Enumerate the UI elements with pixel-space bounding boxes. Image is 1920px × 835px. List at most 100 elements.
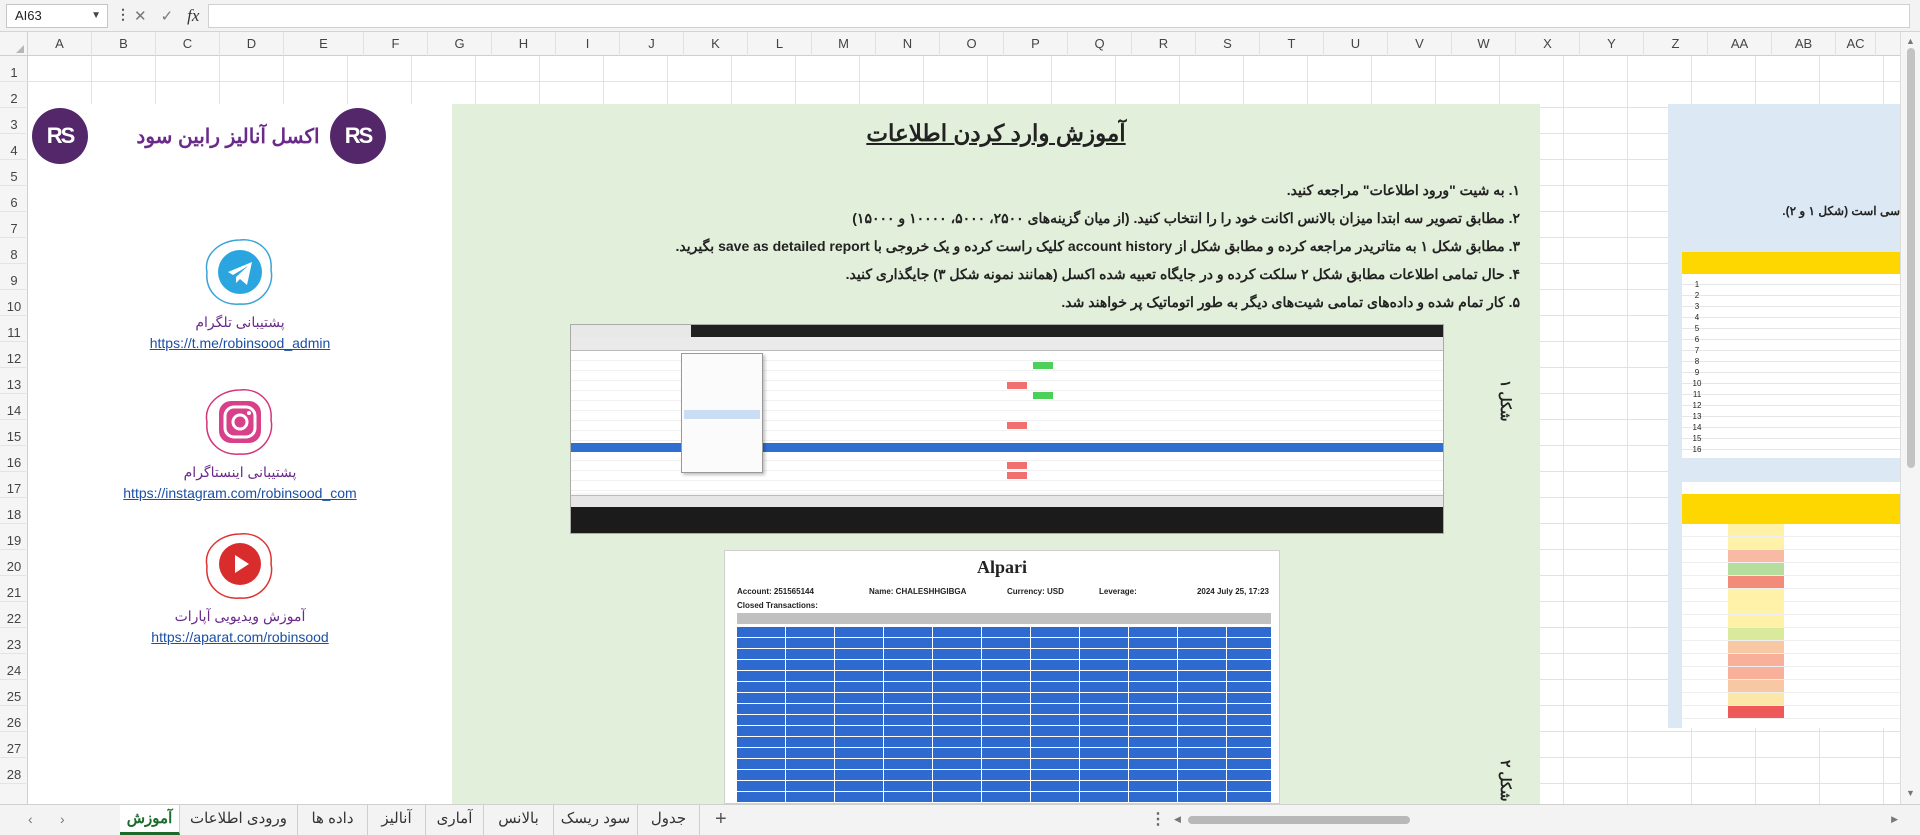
column-header[interactable]: N xyxy=(876,32,940,56)
row-header[interactable]: 12 xyxy=(0,342,28,368)
sheet-tab[interactable]: آنالیز xyxy=(368,805,426,835)
heat-cell xyxy=(1728,563,1784,575)
name-box[interactable]: AI63 ▼ xyxy=(6,4,108,28)
telegram-link[interactable]: https://t.me/robinsood_admin xyxy=(28,335,452,351)
row-header[interactable]: 8 xyxy=(0,238,28,264)
formula-input[interactable] xyxy=(208,4,1910,28)
column-header[interactable]: AB xyxy=(1772,32,1836,56)
row-header[interactable]: 18 xyxy=(0,498,28,524)
column-header[interactable]: O xyxy=(940,32,1004,56)
chevron-down-icon[interactable]: ▼ xyxy=(91,5,101,27)
preview-row: 8 xyxy=(1682,351,1900,366)
row-header[interactable]: 15 xyxy=(0,420,28,446)
column-header[interactable]: AA xyxy=(1708,32,1772,56)
column-header[interactable]: J xyxy=(620,32,684,56)
row-header[interactable]: 4 xyxy=(0,134,28,160)
column-header[interactable]: S xyxy=(1196,32,1260,56)
next-sheet-icon[interactable]: › xyxy=(60,811,65,827)
preview-row: 3 xyxy=(1682,296,1900,311)
instagram-link[interactable]: https://instagram.com/robinsood_com xyxy=(28,485,452,501)
column-header[interactable]: L xyxy=(748,32,812,56)
row-header[interactable]: 24 xyxy=(0,654,28,680)
column-header[interactable]: P xyxy=(1004,32,1068,56)
row-header[interactable]: 21 xyxy=(0,576,28,602)
column-header[interactable]: B xyxy=(92,32,156,56)
column-header[interactable]: K xyxy=(684,32,748,56)
tab-options-icon[interactable]: ⋮ xyxy=(1150,809,1166,829)
row-header[interactable]: 17 xyxy=(0,472,28,498)
row-header[interactable]: 3 xyxy=(0,108,28,134)
column-header[interactable]: R xyxy=(1132,32,1196,56)
row-header[interactable]: 2 xyxy=(0,82,28,108)
column-header[interactable]: G xyxy=(428,32,492,56)
column-header[interactable]: V xyxy=(1388,32,1452,56)
row-header[interactable]: 25 xyxy=(0,680,28,706)
row-header[interactable]: 28 xyxy=(0,758,28,784)
column-header[interactable]: A xyxy=(28,32,92,56)
sheet-tab[interactable]: ورودی اطلاعات xyxy=(180,805,298,835)
row-header[interactable]: 10 xyxy=(0,290,28,316)
scroll-up-icon[interactable]: ▲ xyxy=(1906,36,1915,46)
column-header[interactable]: AC xyxy=(1836,32,1876,56)
youtube-icon[interactable] xyxy=(195,530,285,602)
row-header[interactable]: 27 xyxy=(0,732,28,758)
column-header[interactable]: W xyxy=(1452,32,1516,56)
cancel-icon[interactable]: ✕ xyxy=(134,7,147,25)
column-header[interactable]: I xyxy=(556,32,620,56)
preview-row: 15 xyxy=(1682,428,1900,443)
row-header[interactable]: 6 xyxy=(0,186,28,212)
sheet-tab[interactable]: جدول xyxy=(638,805,700,835)
column-header[interactable]: M xyxy=(812,32,876,56)
sheet-tab[interactable]: آماری xyxy=(426,805,484,835)
more-options-icon[interactable]: ⋮ xyxy=(116,6,130,23)
column-header[interactable]: Q xyxy=(1068,32,1132,56)
row-header[interactable]: 7 xyxy=(0,212,28,238)
column-header[interactable]: E xyxy=(284,32,364,56)
select-all-button[interactable] xyxy=(0,32,28,56)
step-1: ۱. به شیت "ورود اطلاعات" مراجعه کنید. xyxy=(1286,182,1520,198)
scroll-left-icon[interactable]: ◀ xyxy=(1174,814,1181,825)
row-header[interactable]: 20 xyxy=(0,550,28,576)
vertical-scroll-thumb[interactable] xyxy=(1907,48,1915,468)
column-header[interactable]: T xyxy=(1260,32,1324,56)
step-2: ۲. مطابق تصویر سه ابتدا میزان بالانس اکا… xyxy=(852,210,1520,226)
vertical-scrollbar[interactable]: ▲ ▼ xyxy=(1900,32,1920,804)
column-header[interactable]: F xyxy=(364,32,428,56)
youtube-link[interactable]: https://aparat.com/robinsood xyxy=(28,629,452,645)
horizontal-scrollbar[interactable]: ◀ ▶ xyxy=(1170,811,1900,829)
column-header[interactable]: U xyxy=(1324,32,1388,56)
insert-function-icon[interactable]: fx xyxy=(187,6,199,26)
add-sheet-icon[interactable]: + xyxy=(715,808,727,831)
row-header[interactable]: 22 xyxy=(0,602,28,628)
row-header[interactable]: 14 xyxy=(0,394,28,420)
sheet-tab[interactable]: بالانس xyxy=(484,805,554,835)
preview-row xyxy=(1682,641,1900,654)
row-header[interactable]: 11 xyxy=(0,316,28,342)
row-header[interactable]: 19 xyxy=(0,524,28,550)
row-header[interactable]: 26 xyxy=(0,706,28,732)
row-header[interactable]: 13 xyxy=(0,368,28,394)
sheet-tab[interactable]: آموزش xyxy=(120,805,180,835)
telegram-icon[interactable] xyxy=(195,236,285,308)
row-header[interactable]: 9 xyxy=(0,264,28,290)
row-header[interactable]: 23 xyxy=(0,628,28,654)
column-header[interactable]: C xyxy=(156,32,220,56)
column-header[interactable]: Y xyxy=(1580,32,1644,56)
sheet-tab[interactable]: سود ریسک xyxy=(554,805,638,835)
preview-row: 4 xyxy=(1682,307,1900,322)
horizontal-scroll-thumb[interactable] xyxy=(1188,816,1410,824)
row-header[interactable]: 16 xyxy=(0,446,28,472)
scroll-right-icon[interactable]: ▶ xyxy=(1891,814,1898,825)
row-header[interactable]: 5 xyxy=(0,160,28,186)
row-header[interactable]: 1 xyxy=(0,56,28,82)
column-header[interactable]: X xyxy=(1516,32,1580,56)
instagram-label: پشتیبانی اینستاگرام xyxy=(183,464,297,480)
instagram-icon[interactable] xyxy=(195,386,285,458)
sheet-tab[interactable]: داده ها xyxy=(298,805,368,835)
column-header[interactable]: H xyxy=(492,32,556,56)
scroll-down-icon[interactable]: ▼ xyxy=(1906,788,1915,798)
column-header[interactable]: D xyxy=(220,32,284,56)
prev-sheet-icon[interactable]: ‹ xyxy=(28,811,33,827)
enter-icon[interactable]: ✓ xyxy=(161,7,174,25)
column-header[interactable]: Z xyxy=(1644,32,1708,56)
